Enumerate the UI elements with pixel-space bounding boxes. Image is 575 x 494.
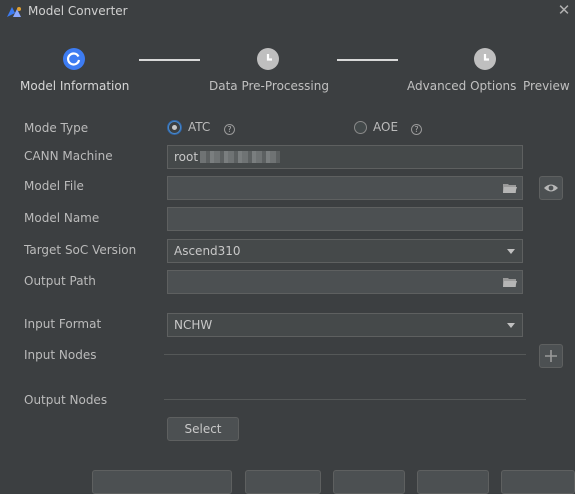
step-connector-2 bbox=[337, 59, 398, 61]
input-format-select[interactable]: NCHW bbox=[167, 313, 523, 337]
folder-icon[interactable] bbox=[503, 276, 517, 288]
preview-model-button[interactable] bbox=[539, 176, 563, 200]
redacted-host bbox=[200, 151, 280, 163]
title-bar: Model Converter ✕ bbox=[0, 0, 575, 24]
finish-button[interactable] bbox=[417, 470, 489, 494]
window-title: Model Converter bbox=[28, 4, 128, 18]
clock-icon bbox=[483, 54, 489, 61]
step-label-data-preprocessing[interactable]: Data Pre-Processing bbox=[209, 79, 329, 93]
cann-machine-field[interactable]: root bbox=[167, 145, 523, 169]
load-configuration-button[interactable] bbox=[92, 470, 232, 494]
input-nodes-label: Input Nodes bbox=[24, 348, 97, 362]
chevron-down-icon bbox=[507, 249, 515, 254]
output-nodes-divider bbox=[164, 399, 526, 400]
atc-radio[interactable] bbox=[168, 121, 181, 134]
cann-machine-value: root bbox=[174, 150, 199, 164]
aoe-radio-label[interactable]: AOE bbox=[373, 120, 398, 134]
select-button[interactable]: Select bbox=[167, 417, 239, 441]
step-label-advanced-options[interactable]: Advanced Options bbox=[407, 79, 516, 93]
aoe-help-icon[interactable]: ? bbox=[411, 124, 422, 135]
target-soc-label: Target SoC Version bbox=[24, 243, 137, 257]
target-soc-value: Ascend310 bbox=[174, 244, 241, 258]
chevron-down-icon bbox=[507, 323, 515, 328]
app-logo-icon bbox=[7, 7, 21, 17]
model-name-label: Model Name bbox=[24, 211, 100, 225]
model-file-field[interactable] bbox=[167, 176, 523, 200]
input-nodes-divider bbox=[164, 354, 526, 355]
atc-radio-label[interactable]: ATC bbox=[188, 120, 210, 134]
clock-icon bbox=[266, 54, 272, 61]
input-format-value: NCHW bbox=[174, 318, 213, 332]
output-path-field[interactable] bbox=[167, 270, 523, 294]
aoe-radio[interactable] bbox=[354, 121, 367, 134]
previous-button[interactable] bbox=[245, 470, 321, 494]
plus-icon bbox=[545, 350, 557, 362]
eye-icon bbox=[544, 184, 558, 192]
model-name-field[interactable] bbox=[167, 207, 523, 231]
output-nodes-label: Output Nodes bbox=[24, 393, 108, 407]
step-label-preview[interactable]: Preview bbox=[523, 79, 570, 93]
cancel-button[interactable] bbox=[501, 470, 575, 494]
input-format-label: Input Format bbox=[24, 317, 102, 331]
step-connector-1 bbox=[139, 59, 200, 61]
step-refresh-icon bbox=[67, 52, 81, 66]
folder-icon[interactable] bbox=[503, 182, 517, 194]
atc-help-icon[interactable]: ? bbox=[224, 124, 235, 135]
step-label-model-information[interactable]: Model Information bbox=[20, 79, 129, 93]
step-3-indicator-icon bbox=[474, 48, 496, 70]
mode-type-label: Mode Type bbox=[24, 121, 89, 135]
step-1-indicator-icon bbox=[63, 48, 85, 70]
cann-machine-label: CANN Machine bbox=[24, 149, 113, 163]
add-input-node-button[interactable] bbox=[539, 344, 563, 368]
step-2-indicator-icon bbox=[257, 48, 279, 70]
next-button[interactable] bbox=[333, 470, 405, 494]
model-file-label: Model File bbox=[24, 179, 84, 193]
close-icon[interactable]: ✕ bbox=[556, 2, 572, 18]
target-soc-select[interactable]: Ascend310 bbox=[167, 239, 523, 263]
output-path-label: Output Path bbox=[24, 274, 96, 288]
